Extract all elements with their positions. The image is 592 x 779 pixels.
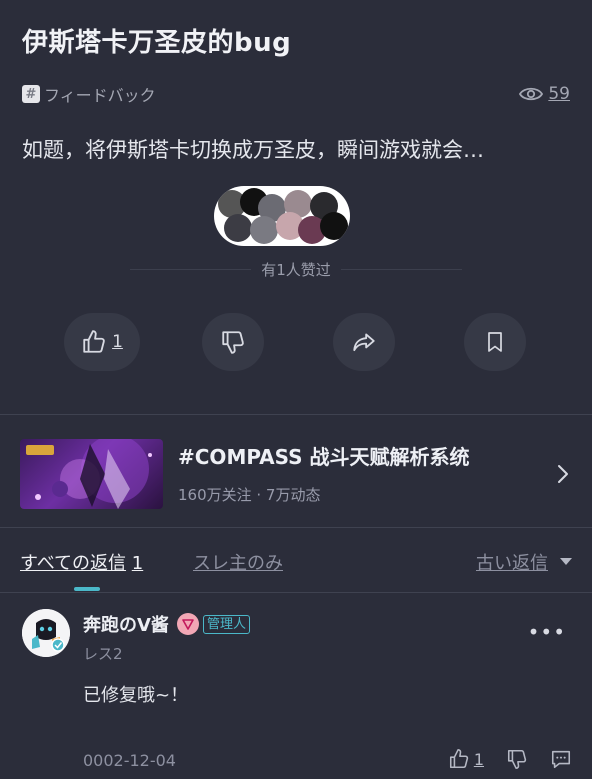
liked-by-row: 有1人赞过 bbox=[130, 256, 463, 282]
post-meta: # フィードバック 59 bbox=[22, 80, 570, 108]
more-icon[interactable]: ••• bbox=[528, 620, 566, 644]
active-tab-indicator bbox=[74, 587, 100, 591]
category-label: フィードバック bbox=[44, 86, 156, 105]
comment-icon bbox=[551, 750, 571, 769]
liker-avatar bbox=[320, 212, 348, 240]
topic-card[interactable]: #COMPASS 战斗天赋解析系统 160万关注 · 7万动态 bbox=[20, 439, 572, 509]
thumbs-up-icon bbox=[449, 749, 468, 769]
tab-all-replies-label: すべての返信 bbox=[20, 553, 127, 574]
reply-actions: 1 bbox=[426, 748, 572, 770]
reply-author-name: 奔跑のV酱 bbox=[83, 615, 169, 636]
section-divider bbox=[0, 414, 592, 415]
topic-title: #COMPASS 战斗天赋解析系统 bbox=[178, 445, 470, 469]
reply-comment-button[interactable] bbox=[550, 748, 572, 770]
reply-dislike-button[interactable] bbox=[506, 748, 528, 770]
thumbs-down-icon bbox=[507, 749, 527, 769]
thumbs-up-icon bbox=[83, 330, 105, 353]
avatar[interactable] bbox=[22, 609, 70, 657]
reply-author[interactable]: 奔跑のV酱 管理人 bbox=[83, 611, 250, 637]
divider-line bbox=[340, 268, 463, 270]
liker-avatars[interactable] bbox=[214, 186, 350, 246]
tab-all-replies-count: 1 bbox=[131, 553, 144, 574]
liker-avatar bbox=[224, 214, 252, 242]
reply-text: 已修复哦~！ bbox=[83, 685, 189, 706]
reply-like-count: 1 bbox=[473, 749, 484, 769]
user-level-badge-icon bbox=[176, 613, 199, 635]
view-count: 59 bbox=[519, 84, 570, 104]
eye-icon bbox=[519, 87, 544, 101]
bookmark-icon bbox=[488, 332, 502, 352]
caret-down-icon bbox=[560, 558, 572, 565]
tab-all-replies[interactable]: すべての返信 1 bbox=[20, 549, 143, 575]
topic-stats: 160万关注 · 7万动态 bbox=[178, 486, 321, 504]
like-button[interactable]: 1 bbox=[64, 313, 140, 371]
bookmark-button[interactable] bbox=[464, 313, 526, 371]
reply-date: 0002-12-04 bbox=[83, 751, 176, 770]
post-excerpt: 如题，将伊斯塔卡切换成万圣皮，瞬间游戏就会… bbox=[22, 138, 484, 162]
tab-op-only-label: スレ主のみ bbox=[193, 553, 283, 574]
tab-op-only[interactable]: スレ主のみ bbox=[193, 549, 283, 575]
sort-dropdown[interactable]: 古い返信 bbox=[476, 549, 572, 575]
reply-like-button[interactable]: 1 bbox=[448, 748, 484, 770]
reply-floor: レス2 bbox=[83, 645, 123, 663]
thumbs-down-icon bbox=[222, 331, 244, 354]
post-title: 伊斯塔卡万圣皮的bug bbox=[22, 28, 292, 58]
sort-label: 古い返信 bbox=[476, 553, 548, 574]
share-button[interactable] bbox=[333, 313, 395, 371]
admin-badge: 管理人 bbox=[202, 614, 250, 634]
liker-avatar bbox=[250, 216, 278, 244]
like-count: 1 bbox=[112, 332, 123, 352]
reply-item: 奔跑のV酱 管理人 レス2 ••• 已修复哦~！ 0002-12-04 1 bbox=[0, 593, 592, 779]
chevron-right-icon bbox=[558, 465, 568, 483]
share-icon bbox=[353, 333, 375, 352]
hash-icon: # bbox=[22, 85, 40, 103]
view-count-value: 59 bbox=[548, 84, 570, 104]
divider-line bbox=[130, 268, 252, 270]
liked-by-text: 有1人赞过 bbox=[261, 260, 331, 279]
reply-tabs: すべての返信 1 スレ主のみ 古い返信 bbox=[0, 540, 592, 592]
category-tag[interactable]: # フィードバック bbox=[22, 82, 156, 106]
topic-thumbnail bbox=[20, 439, 163, 509]
dislike-button[interactable] bbox=[202, 313, 264, 371]
section-divider bbox=[0, 527, 592, 528]
